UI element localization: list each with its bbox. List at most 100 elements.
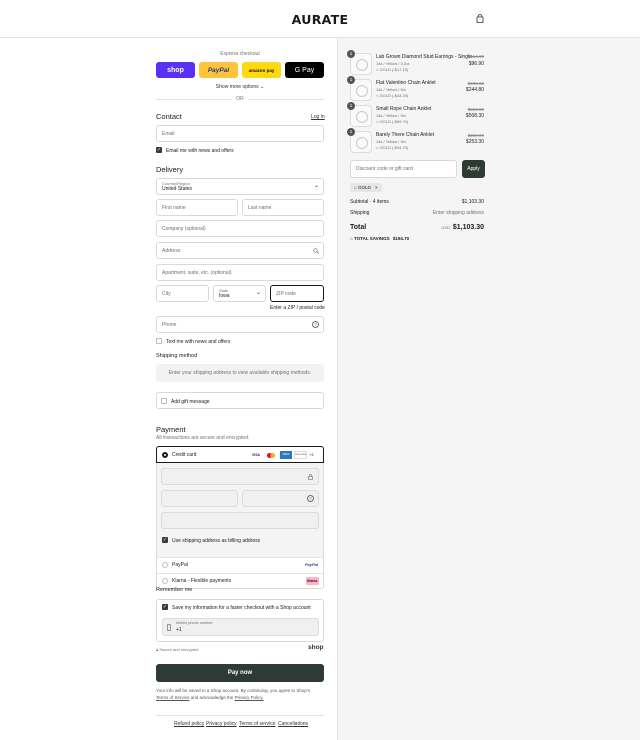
- email-news-checkbox[interactable]: ✓: [156, 147, 162, 153]
- express-checkout-title: Express checkout: [220, 51, 260, 57]
- shop-pay-button[interactable]: shop: [156, 62, 195, 78]
- mastercard-icon: [265, 451, 277, 459]
- security-code-field[interactable]: ?: [242, 490, 319, 507]
- address-field[interactable]: Address: [156, 242, 324, 259]
- save-info-checkbox[interactable]: ✓: [162, 604, 168, 610]
- remember-me-box: ✓ Save my information for a faster check…: [156, 599, 324, 642]
- refund-policy-link[interactable]: Refund policy: [174, 721, 204, 727]
- chevron-down-icon: ⌄: [255, 290, 261, 296]
- billing-address-label: Use shipping address as billing address: [172, 538, 261, 544]
- tag-icon: ⌂: [376, 67, 379, 72]
- checkout-form: Express checkout shop PayPal amazon pay …: [0, 38, 337, 740]
- sale-price: $96.90: [468, 61, 484, 67]
- payment-methods: Credit card VISA AMEX DISCOVER +4 ? ✓ Us…: [156, 446, 324, 589]
- delivery-heading: Delivery: [156, 165, 184, 174]
- product-variant: 14k / Yellow / 3.0ct: [376, 61, 410, 66]
- header: AURATE: [0, 0, 640, 38]
- credit-card-radio[interactable]: [162, 452, 168, 458]
- remove-discount-icon[interactable]: ×: [375, 185, 378, 190]
- product-name: Small Rope Chain Anklet: [376, 106, 432, 112]
- phone-icon: [167, 624, 171, 631]
- card-number-field[interactable]: [161, 468, 319, 485]
- lock-icon: 🔒︎: [156, 647, 159, 652]
- klarna-radio[interactable]: [162, 578, 168, 584]
- name-on-card-field[interactable]: [161, 512, 319, 529]
- sale-price: $244.80: [465, 87, 484, 93]
- billing-address-checkbox[interactable]: ✓: [162, 537, 168, 543]
- email-field[interactable]: Email: [156, 125, 324, 142]
- lock-icon: [308, 474, 313, 480]
- product-name: Barely There Chain Anklet: [376, 132, 434, 138]
- paypal-option[interactable]: PayPal PayPal: [157, 557, 323, 573]
- shopping-bag-icon[interactable]: [476, 14, 484, 23]
- first-name-field[interactable]: First name: [156, 199, 238, 216]
- apply-button[interactable]: Apply: [462, 160, 485, 178]
- country-select[interactable]: Country/Region United States ⌄: [156, 178, 324, 195]
- quantity-badge: 1: [347, 128, 355, 136]
- product-discount: ⌂ GOLD (-$44.70): [376, 145, 409, 150]
- help-icon[interactable]: ?: [307, 495, 314, 502]
- sale-price: $253.30: [465, 139, 484, 145]
- shipping-value: Enter shipping address: [432, 210, 484, 216]
- paypal-logo: PayPal: [304, 562, 318, 567]
- gift-message-checkbox[interactable]: [161, 398, 167, 404]
- zip-error-message: Enter a ZIP / postal code: [270, 305, 325, 311]
- google-pay-button[interactable]: G Pay: [285, 62, 324, 78]
- amex-icon: AMEX: [280, 451, 292, 459]
- tag-icon: ⌂: [376, 119, 379, 124]
- discount-tag: ⌂ GOLD ×: [350, 183, 382, 192]
- terms-of-service-link[interactable]: Terms of Service: [156, 695, 190, 700]
- total-savings: ⌂ TOTAL SAVINGS $194.70: [350, 236, 410, 241]
- contact-heading: Contact: [156, 112, 182, 121]
- product-discount: ⌂ GOLD (-$89.70): [376, 119, 409, 124]
- terms-of-service-footer-link[interactable]: Terms of service: [239, 721, 275, 727]
- product-discount: ⌂ GOLD (-$43.20): [376, 93, 409, 98]
- state-select[interactable]: State Iowa ⌄: [213, 285, 266, 302]
- last-name-field[interactable]: Last name: [242, 199, 324, 216]
- apartment-field[interactable]: Apartment, suite, etc. (optional): [156, 264, 324, 281]
- pay-now-button[interactable]: Pay now: [156, 664, 324, 682]
- discount-code-field[interactable]: Discount code or gift card: [350, 160, 457, 178]
- original-price: $114.00: [468, 54, 484, 59]
- secure-encrypted-label: 🔒︎ Secure and encrypted: [156, 647, 199, 652]
- original-price: $288.00: [467, 81, 484, 86]
- original-price: $298.00: [467, 133, 484, 138]
- order-summary: 1 Lab Grown Diamond Stud Earrings - Sing…: [337, 38, 640, 740]
- shop-legal-text: Your info will be saved to a Shop accoun…: [156, 688, 311, 700]
- sale-price: $508.30: [465, 113, 484, 119]
- product-variant: 14k / Yellow / 9in: [376, 139, 406, 144]
- product-name: Flat Valentino Chain Anklet: [376, 80, 436, 86]
- expiration-field[interactable]: [161, 490, 238, 507]
- sms-news-label: Text me with news and offers: [166, 339, 231, 345]
- subtotal-label: Subtotal · 4 items: [350, 199, 389, 205]
- tag-icon: ⌂: [354, 185, 357, 190]
- phone-field[interactable]: Phone ?: [156, 316, 324, 333]
- city-field[interactable]: City: [156, 285, 209, 302]
- remember-me-heading: Remember me: [156, 587, 193, 593]
- paypal-radio[interactable]: [162, 562, 168, 568]
- cancellations-link[interactable]: Cancellations: [278, 721, 308, 727]
- help-icon[interactable]: ?: [312, 321, 319, 328]
- privacy-policy-link[interactable]: Privacy Policy.: [235, 695, 264, 700]
- product-image: 1: [347, 102, 372, 127]
- privacy-policy-footer-link[interactable]: Privacy policy: [206, 721, 237, 727]
- company-field[interactable]: Company (optional): [156, 220, 324, 237]
- zip-field[interactable]: ZIP code: [270, 285, 324, 302]
- shipping-method-notice: Enter your shipping address to view avai…: [156, 364, 324, 382]
- gift-message-option[interactable]: Add gift message: [156, 392, 324, 409]
- product-discount: ⌂ GOLD (-$17.15): [376, 67, 409, 72]
- mobile-phone-field[interactable]: Mobile phone number +1: [162, 618, 319, 636]
- credit-card-option[interactable]: Credit card VISA AMEX DISCOVER +4: [156, 446, 324, 463]
- login-link[interactable]: Log in: [311, 114, 325, 120]
- quantity-badge: 1: [347, 102, 355, 110]
- shipping-method-heading: Shipping method: [156, 353, 198, 359]
- visa-icon: VISA: [250, 451, 262, 459]
- product-image: 1: [347, 128, 372, 153]
- paypal-button[interactable]: PayPal: [199, 62, 238, 78]
- show-more-options[interactable]: Show more options ⌄: [156, 84, 324, 90]
- sms-news-checkbox[interactable]: [156, 338, 162, 344]
- brand-logo[interactable]: AURATE: [0, 12, 640, 27]
- total-value: USD $1,103.30: [441, 224, 484, 231]
- amazon-pay-button[interactable]: amazon pay: [242, 62, 281, 78]
- product-name: Lab Grown Diamond Stud Earrings - Single: [376, 54, 472, 60]
